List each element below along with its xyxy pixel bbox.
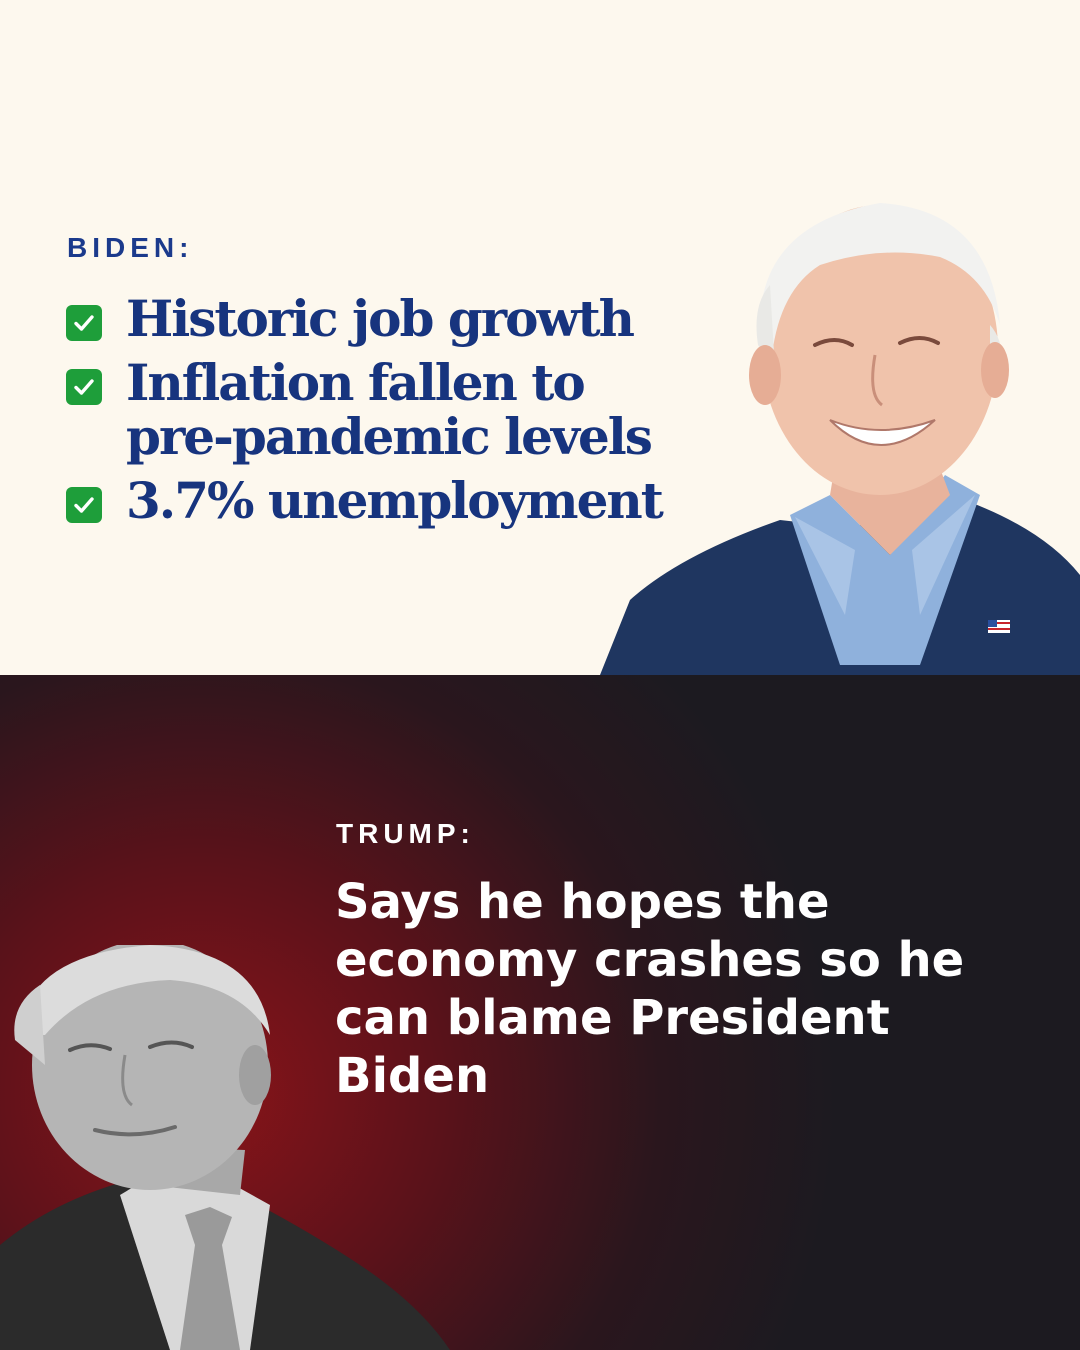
biden-label: BIDEN: — [67, 232, 194, 263]
biden-panel: BIDEN: Historic job growth Inflation fal… — [0, 0, 1080, 675]
check-mark-icon — [66, 369, 102, 405]
trump-panel: TRUMP: Says he hopes the economy crashes… — [0, 675, 1080, 1350]
achievement-text: Inflation fallen to pre-pandemic levels — [126, 353, 653, 466]
trump-portrait — [0, 945, 450, 1350]
check-mark-icon — [66, 305, 102, 341]
trump-label: TRUMP: — [336, 818, 475, 849]
biden-portrait — [600, 203, 1080, 675]
check-mark-icon — [66, 487, 102, 523]
